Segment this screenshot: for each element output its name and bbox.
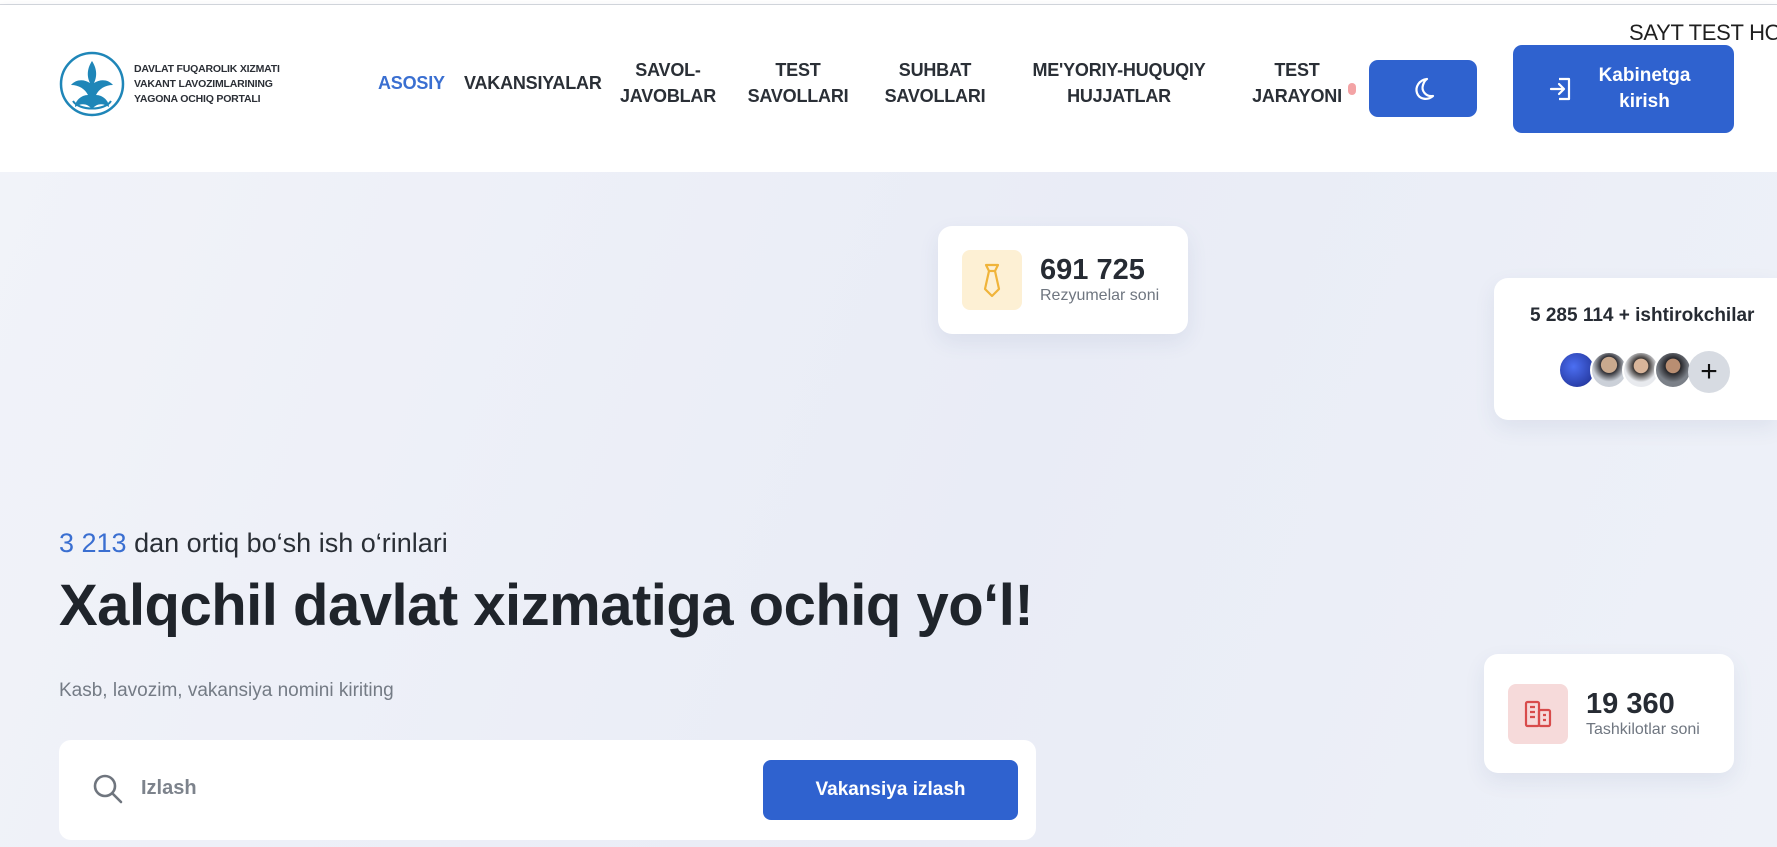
notification-dot [1348, 83, 1356, 95]
logo-text: DAVLAT FUQAROLIK XIZMATI VAKANT LAVOZIML… [134, 62, 280, 105]
resumes-stat-card: 691 725 Rezyumelar soni [938, 226, 1188, 334]
nav-home[interactable]: ASOSIY [378, 70, 445, 96]
avatar [1654, 351, 1692, 389]
resumes-label: Rezyumelar soni [1040, 287, 1160, 304]
login-button-label: Kabinetga kirish [1598, 65, 1691, 112]
nav-interview-questions[interactable]: SUHBAT SAVOLLARI [879, 57, 991, 109]
site-test-banner: SAYT TEST HOLATIDA [1629, 20, 1777, 45]
login-button[interactable]: Kabinetga kirish [1513, 45, 1734, 133]
tie-icon [962, 250, 1022, 310]
search-box: Vakansiya izlash [59, 740, 1036, 840]
search-icon [93, 774, 123, 804]
moon-icon [1415, 77, 1435, 100]
search-input[interactable] [141, 768, 711, 808]
participant-avatars: + [1558, 351, 1730, 393]
page-title: Xalqchil davlat xizmatiga ochiq yo‘l! [59, 573, 1034, 638]
vacancy-count: 3 213 [59, 528, 127, 558]
search-vacancies-button[interactable]: Vakansiya izlash [763, 760, 1018, 820]
vacancy-lead-text: dan ortiq bo‘sh ish o‘rinlari [126, 528, 448, 558]
resumes-count: 691 725 [1040, 254, 1145, 286]
login-icon [1549, 77, 1570, 101]
vacancy-lead: 3 213 dan ortiq bo‘sh ish o‘rinlari [59, 528, 448, 559]
participants-card: 5 285 114 + ishtirokchilar + [1494, 278, 1777, 420]
organizations-label: Tashkilotlar soni [1586, 720, 1700, 738]
participants-count: 5 285 114 + ishtirokchilar [1530, 305, 1755, 326]
state-emblem-icon [59, 51, 125, 117]
nav-test-questions[interactable]: TEST SAVOLLARI [742, 57, 854, 109]
nav-test-process[interactable]: TEST JARAYONI [1250, 57, 1344, 109]
site-header: DAVLAT FUQAROLIK XIZMATI VAKANT LAVOZIML… [0, 5, 1777, 172]
buildings-icon [1508, 683, 1568, 744]
nav-faq[interactable]: SAVOL-JAVOBLAR [617, 57, 719, 109]
organizations-count: 19 360 [1586, 687, 1675, 720]
site-logo[interactable]: DAVLAT FUQAROLIK XIZMATI VAKANT LAVOZIML… [59, 49, 294, 119]
organizations-stat-card: 19 360 Tashkilotlar soni [1484, 654, 1734, 773]
search-hint: Kasb, lavozim, vakansiya nomini kiriting [59, 680, 394, 701]
theme-toggle-button[interactable] [1369, 60, 1477, 117]
nav-legal-docs[interactable]: ME'YORIY-HUQUQIY HUJJATLAR [1028, 57, 1210, 109]
nav-vacancies[interactable]: VAKANSIYALAR [464, 70, 602, 96]
plus-icon[interactable]: + [1688, 351, 1730, 393]
